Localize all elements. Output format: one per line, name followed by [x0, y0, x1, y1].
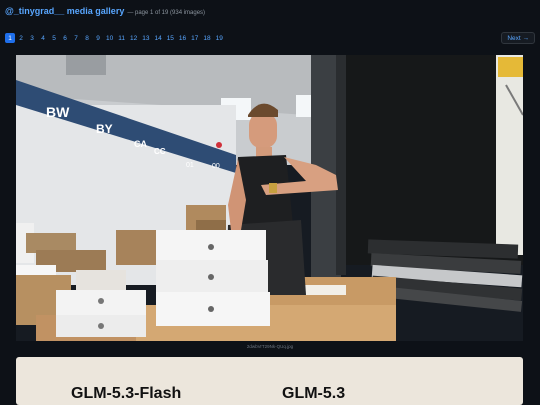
next-page-button[interactable]: Next →	[501, 32, 535, 44]
beam-label-ca: CA	[134, 139, 147, 149]
model-title-right: GLM-5.3	[282, 385, 346, 402]
page-link-14[interactable]: 14	[152, 33, 163, 43]
gallery-title-link[interactable]: @_tinygrad__ media gallery	[5, 6, 124, 16]
page-link-13[interactable]: 13	[140, 33, 151, 43]
page-link-1[interactable]: 1	[5, 33, 15, 43]
pagination: 1 2 3 4 5 6 7 8 9 10 11 12 13 14 15 16 17 18 19	[5, 33, 225, 43]
beam-label-bw: BW	[46, 104, 70, 120]
image-card[interactable]: BW BY CA CC 01 00	[16, 55, 523, 341]
warehouse-photo: BW BY CA CC 01 00	[16, 55, 523, 341]
page-link-16[interactable]: 16	[177, 33, 188, 43]
beam-label-01: 01	[186, 162, 194, 169]
beam-label-cc: CC	[154, 147, 166, 156]
page-link-18[interactable]: 18	[201, 33, 212, 43]
page-link-5[interactable]: 5	[49, 33, 59, 43]
page-link-4[interactable]: 4	[38, 33, 48, 43]
page-link-15[interactable]: 15	[165, 33, 176, 43]
beam-label-00: 00	[212, 163, 220, 170]
page-link-7[interactable]: 7	[71, 33, 81, 43]
beam-label-by: BY	[96, 122, 113, 136]
image-caption: 2dwbVrT29Nk-QUq.jpg	[246, 344, 294, 349]
gallery-subtitle: — page 1 of 19 (934 images)	[127, 10, 206, 16]
page-link-3[interactable]: 3	[27, 33, 37, 43]
gallery-header: @_tinygrad__ media gallery — page 1 of 1…	[5, 6, 205, 16]
page-link-17[interactable]: 17	[189, 33, 200, 43]
page-link-9[interactable]: 9	[93, 33, 103, 43]
page-link-2[interactable]: 2	[16, 33, 26, 43]
image-card[interactable]: GLM-5.3-Flash GLM-5.3	[16, 357, 523, 405]
page-link-6[interactable]: 6	[60, 33, 70, 43]
model-title-left: GLM-5.3-Flash	[71, 385, 182, 402]
page-link-10[interactable]: 10	[104, 33, 115, 43]
page-link-19[interactable]: 19	[214, 33, 225, 43]
page-link-8[interactable]: 8	[82, 33, 92, 43]
page-link-12[interactable]: 12	[128, 33, 139, 43]
page-link-11[interactable]: 11	[116, 33, 127, 43]
